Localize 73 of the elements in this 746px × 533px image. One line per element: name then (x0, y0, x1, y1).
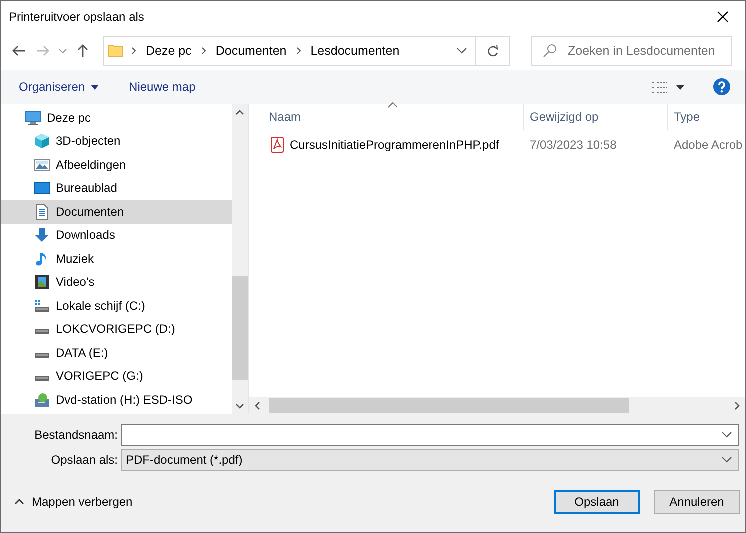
breadcrumb-item[interactable]: Deze pc (144, 44, 194, 58)
chevron-down-icon (59, 48, 67, 54)
chevron-right-icon (130, 47, 138, 55)
sidebar-item[interactable]: Lokale schijf (C:) (1, 294, 232, 318)
sidebar-item[interactable]: Documenten (1, 200, 232, 224)
sidebar-item[interactable]: Bureaublad (1, 176, 232, 200)
sidebar-item[interactable]: VORIGEPC (G:) (1, 364, 232, 388)
caret-down-icon (676, 84, 685, 90)
left-arrow-icon (12, 45, 26, 57)
up-arrow-icon (77, 44, 89, 58)
column-header[interactable]: Type (668, 104, 745, 130)
sort-caret-icon (388, 102, 398, 108)
file-name[interactable]: CursusInitiatieProgrammerenInPHP.pdf (290, 138, 500, 152)
sidebar-item[interactable]: 3D-objecten (1, 130, 232, 153)
chevron-up-icon (236, 110, 244, 114)
save-button[interactable]: Opslaan (554, 490, 640, 514)
close-icon (717, 10, 729, 22)
sidebar-item[interactable]: Downloads (1, 224, 232, 247)
drive-icon (35, 352, 49, 358)
column-header[interactable]: Naam (249, 104, 524, 130)
search-field[interactable]: Zoeken in Lesdocumenten (531, 36, 732, 66)
down-arrow-icon (34, 227, 50, 244)
filename-field[interactable] (121, 424, 739, 446)
hide-folders-button[interactable]: Mappen verbergen (15, 494, 133, 508)
chevron-up-icon (15, 498, 24, 504)
computer-icon (25, 110, 41, 126)
window-title: Printeruitvoer opslaan als (9, 10, 144, 24)
sidebar-item[interactable]: Muziek (1, 247, 232, 270)
help-icon (713, 78, 731, 96)
caret-down-icon (91, 84, 100, 90)
field-label: Bestandsnaam: (34, 428, 119, 442)
field-label: Opslaan als: (50, 453, 119, 467)
chevron-right-icon (200, 47, 208, 55)
horizontal-scrollbar[interactable] (249, 397, 745, 414)
breadcrumb-item[interactable]: Documenten (214, 44, 289, 58)
desktop-icon (34, 180, 50, 196)
picture-icon (34, 156, 50, 173)
drive-icon (35, 329, 49, 334)
chevron-right-icon (734, 402, 740, 410)
search-icon (543, 44, 557, 58)
document-icon (34, 204, 50, 220)
new-folder-button[interactable]: Nieuwe map (119, 76, 206, 98)
cancel-button[interactable]: Annuleren (654, 490, 740, 514)
vertical-scrollbar[interactable] (232, 104, 248, 414)
right-arrow-icon (36, 45, 50, 57)
folder-icon (108, 43, 124, 59)
drive-icon (35, 376, 49, 382)
chevron-down-icon (722, 432, 732, 438)
breadcrumb-item[interactable]: Lesdocumenten (308, 44, 402, 58)
column-header[interactable]: Gewijzigd op (524, 104, 668, 130)
address-bar[interactable]: Deze pc Documenten Lesdocumenten (103, 36, 510, 66)
file-type-dropdown[interactable]: PDF-document (*.pdf) (121, 449, 739, 471)
sidebar-item[interactable]: LOKCVORIGEPC (D:) (1, 318, 232, 341)
pdf-file-icon (271, 137, 284, 153)
chevron-down-icon (236, 404, 244, 408)
sidebar-item[interactable]: Video's (1, 270, 232, 294)
film-icon (34, 274, 50, 290)
cube-icon (34, 133, 50, 150)
disc-drive-icon (34, 392, 50, 408)
file-type: Adobe Acrob (673, 138, 744, 152)
sidebar-item[interactable]: DATA (E:) (1, 341, 232, 364)
chevron-left-icon (254, 402, 260, 410)
refresh-icon (486, 44, 498, 58)
chevron-right-icon (294, 47, 303, 55)
sidebar-item[interactable]: Deze pc (1, 106, 232, 130)
drive-icon (34, 298, 50, 314)
sidebar-item[interactable]: Dvd-station (H:) ESD-ISO (1, 388, 232, 412)
list-view-icon (651, 80, 668, 94)
chevron-down-icon (457, 48, 467, 54)
chevron-down-icon (722, 457, 732, 463)
modified-date: 7/03/2023 10:58 (529, 138, 618, 152)
sidebar-item[interactable]: Afbeeldingen (1, 153, 232, 176)
organize-menu[interactable]: Organiseren (9, 76, 110, 98)
